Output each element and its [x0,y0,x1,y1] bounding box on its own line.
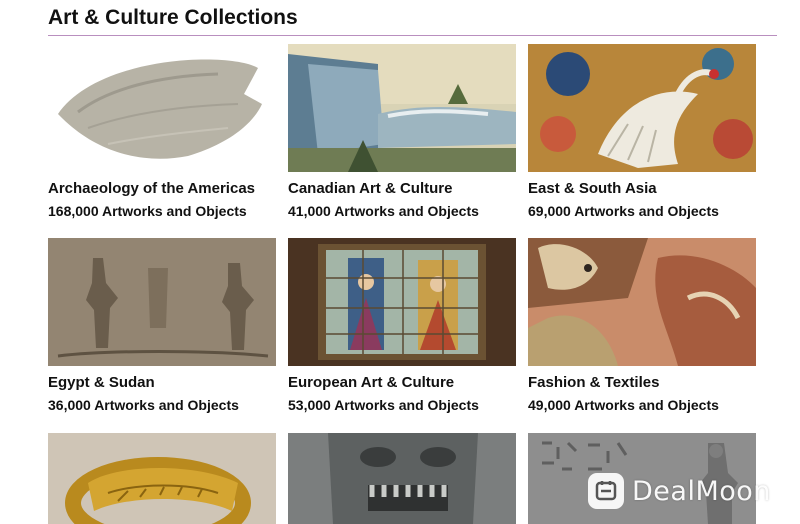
collection-card-ring[interactable] [48,433,276,524]
collection-card-fashion-textiles[interactable]: Fashion & Textiles 49,000 Artworks and O… [528,238,756,414]
collection-card-east-south-asia[interactable]: East & South Asia 69,000 Artworks and Ob… [528,44,756,220]
collection-count: 49,000 Artworks and Objects [528,397,719,413]
collection-card-egypt-sudan[interactable]: Egypt & Sudan 36,000 Artworks and Object… [48,238,276,414]
collection-count: 41,000 Artworks and Objects [288,203,479,219]
collection-count: 69,000 Artworks and Objects [528,203,719,219]
dealmoon-logo-icon [588,473,624,509]
collection-title[interactable]: Canadian Art & Culture [288,180,516,198]
collection-title[interactable]: East & South Asia [528,180,756,198]
carved-mask-thumbnail[interactable] [288,433,516,524]
collection-card-mask[interactable] [288,433,516,524]
collection-count: 36,000 Artworks and Objects [48,397,239,413]
collection-count: 53,000 Artworks and Objects [288,397,479,413]
collection-card-european[interactable]: European Art & Culture 53,000 Artworks a… [288,238,516,414]
european-thumbnail[interactable] [288,238,516,366]
page-title: Art & Culture Collections [48,6,298,29]
archaeology-thumbnail[interactable] [48,44,276,172]
title-divider [48,35,777,36]
collection-count: 168,000 Artworks and Objects [48,203,247,219]
egypt-sudan-thumbnail[interactable] [48,238,276,366]
collection-title[interactable]: Archaeology of the Americas [48,180,276,198]
collection-title[interactable]: European Art & Culture [288,374,516,392]
canadian-thumbnail[interactable] [288,44,516,172]
dealmoon-watermark-text: DealMoon [632,475,771,507]
east-south-asia-thumbnail[interactable] [528,44,756,172]
collection-title[interactable]: Fashion & Textiles [528,374,756,392]
collection-card-archaeology[interactable]: Archaeology of the Americas 168,000 Artw… [48,44,276,220]
gold-ring-thumbnail[interactable] [48,433,276,524]
fashion-textiles-thumbnail[interactable] [528,238,756,366]
dealmoon-watermark: DealMoon [588,472,782,510]
collection-card-canadian[interactable]: Canadian Art & Culture 41,000 Artworks a… [288,44,516,220]
collection-title[interactable]: Egypt & Sudan [48,374,276,392]
